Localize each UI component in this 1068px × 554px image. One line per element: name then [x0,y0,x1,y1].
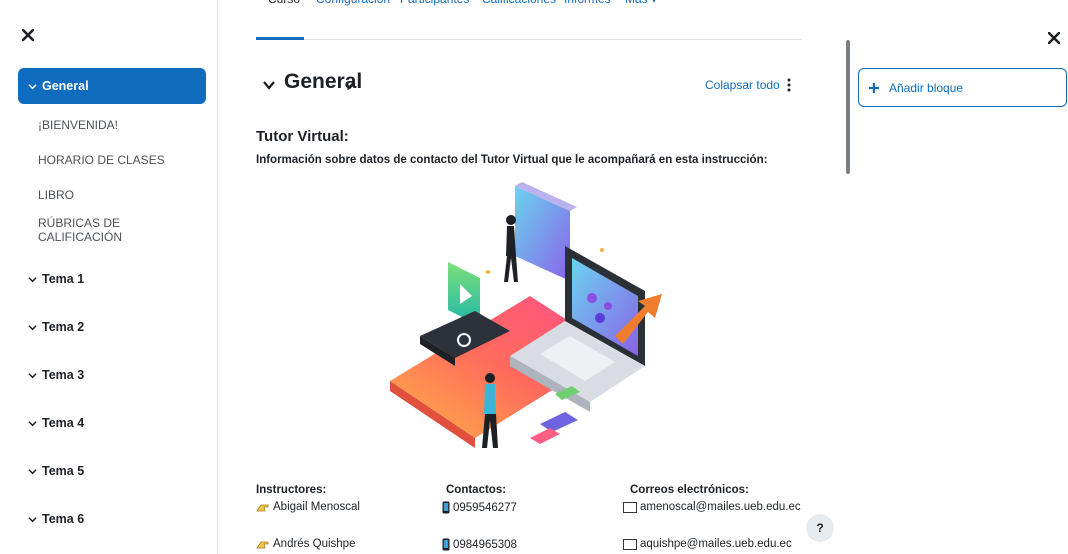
tab-informes[interactable]: Informes [564,0,611,14]
pointing-hand-icon [256,504,269,511]
phone-number: 0984965308 [453,538,517,551]
chevron-down-icon [28,515,42,524]
course-index-activity[interactable]: HORARIO DE CLASES [18,142,206,177]
section-label: Tema 2 [42,320,85,334]
secondary-navigation: Curso Configuración Participantes Califi… [256,0,802,40]
section-label: Tema 6 [42,512,85,526]
course-index-section-tema-5[interactable]: Tema 5 [18,453,206,489]
help-button[interactable]: ? [806,514,834,542]
course-index-activity[interactable]: LIBRO [18,177,206,212]
add-block-label: Añadir bloque [889,80,964,95]
course-index-activity[interactable]: ¡BIENVENIDA! [18,107,206,142]
chevron-down-icon [28,371,42,380]
course-index-section-tema-4[interactable]: Tema 4 [18,405,206,441]
section-label: Tema 5 [42,464,85,478]
tab-configuracion[interactable]: Configuración [316,0,390,14]
instructor-name: Abigail Menoscal [273,501,360,513]
add-block-button[interactable]: Añadir bloque [858,68,1067,107]
pointing-hand-icon [256,541,269,548]
phone-cell: 0959546277 [442,501,517,514]
chevron-down-icon[interactable] [262,78,276,92]
course-index-activity[interactable]: RÚBRICAS DE CALIFICACIÓN [18,212,206,247]
tab-curso[interactable]: Curso [268,0,300,14]
chevron-down-icon [28,82,42,91]
mobile-phone-icon [442,538,450,551]
course-index-section-tema-2[interactable]: Tema 2 [18,309,206,345]
close-icon[interactable] [21,28,42,48]
plus-icon [869,82,879,93]
online-learning-illustration [390,182,662,448]
active-tab-indicator [256,37,304,40]
instructor-name: Andrés Quishpe [273,538,356,550]
tutor-heading: Tutor Virtual: [256,128,349,145]
email-cell: amenoscal@mailes.ueb.edu.ec [623,501,801,513]
close-icon[interactable] [1048,32,1060,44]
phone-number: 0959546277 [453,501,517,514]
section-label: Tema 4 [42,416,85,430]
section-label: Tema 1 [42,272,85,286]
chevron-down-icon [28,467,42,476]
tutor-description: Información sobre datos de contacto del … [256,154,768,166]
section-label: General [42,79,89,93]
scrollbar[interactable] [846,40,850,174]
course-index-section-general[interactable]: General [18,68,206,104]
instructor-cell: Abigail Menoscal [256,501,360,513]
instructors-header: Instructores: [256,484,327,496]
phone-cell: 0984965308 [442,538,517,551]
instructor-cell: Andrés Quishpe [256,538,355,550]
pencil-icon[interactable] [345,80,357,92]
emails-header: Correos electrónicos: [630,484,749,496]
chevron-down-icon [28,323,42,332]
email-address: amenoscal@mailes.ueb.edu.ec [640,501,801,513]
email-cell: aquishpe@mailes.ueb.edu.ec [623,538,792,550]
envelope-icon [623,501,637,513]
contacts-header: Contactos: [446,484,507,496]
chevron-down-icon [28,275,42,284]
chevron-down-icon [28,419,42,428]
tab-participantes[interactable]: Participantes [400,0,469,14]
section-label: Tema 3 [42,368,85,382]
course-index-section-tema-3[interactable]: Tema 3 [18,357,206,393]
course-index: General ¡BIENVENIDA! HORARIO DE CLASES L… [18,68,206,537]
mobile-phone-icon [442,501,450,514]
email-address: aquishpe@mailes.ueb.edu.ec [640,538,792,550]
collapse-all-link[interactable]: Colapsar todo [705,78,780,92]
course-index-section-tema-6[interactable]: Tema 6 [18,501,206,537]
course-index-section-tema-1[interactable]: Tema 1 [18,261,206,297]
tab-calificaciones[interactable]: Calificaciones [482,0,556,14]
tab-mas[interactable]: Más ▾ [625,0,657,14]
kebab-menu-icon[interactable] [786,78,792,92]
course-index-drawer: General ¡BIENVENIDA! HORARIO DE CLASES L… [0,0,218,554]
envelope-icon [623,538,637,550]
